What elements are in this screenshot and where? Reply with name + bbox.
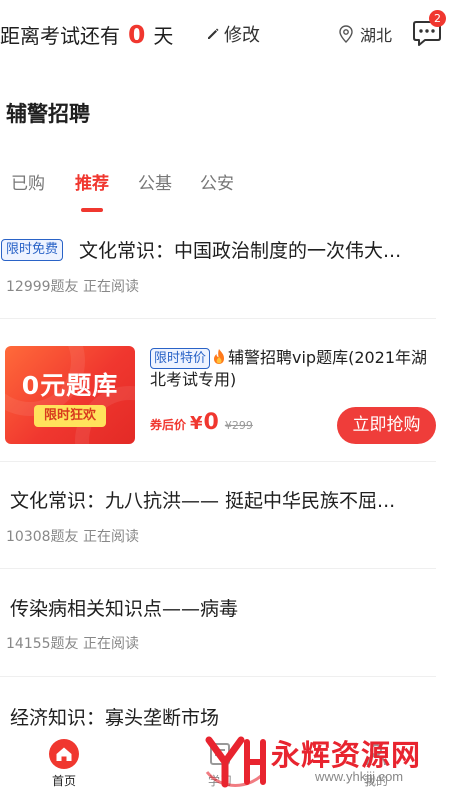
nav-home-label: 首页 [51, 774, 76, 788]
original-price: ¥299 [224, 419, 253, 432]
divider [0, 318, 436, 319]
location-pin-icon [339, 25, 353, 43]
message-count-badge: 2 [429, 10, 446, 27]
tab-public-basics[interactable]: 公基 [138, 168, 172, 200]
nav-home[interactable]: 首页 [24, 736, 104, 791]
price-value: 0 [203, 410, 219, 435]
edit-exam-date-button[interactable]: 修改 [206, 21, 260, 47]
tab-purchased[interactable]: 已购 [11, 168, 45, 200]
region-selector[interactable]: 湖北 [338, 21, 392, 47]
active-tab-indicator [81, 208, 103, 212]
currency-symbol: ¥ [190, 413, 203, 434]
section-title: 辅警招聘 [6, 102, 90, 126]
countdown-days: 0 [128, 19, 146, 49]
home-icon [49, 739, 79, 769]
item-title[interactable]: 文化常识：中国政治制度的一次伟大... [79, 236, 436, 263]
messages-button[interactable]: 2 [412, 10, 446, 49]
item-title[interactable]: 传染病相关知识点——病毒 [10, 594, 436, 621]
item-title[interactable]: 文化常识：九八抗洪—— 挺起中华民族不屈... [10, 486, 436, 513]
item-readers: 12999题友 正在阅读 [6, 279, 139, 295]
watermark: 永辉资源网 www.yhkjjj.com [203, 730, 450, 791]
free-tag: 限时免费 [1, 239, 64, 261]
exam-countdown: 距离考试还有 0 天 [0, 18, 173, 50]
category-tabs: 已购 推荐 公基 公安 [0, 168, 450, 212]
countdown-suffix: 天 [153, 23, 174, 48]
watermark-logo-icon [205, 736, 267, 788]
promo-thumb-chip: 限时狂欢 [34, 405, 106, 427]
divider [0, 461, 436, 462]
price-row: 券后价 ¥0 ¥299 [150, 410, 253, 440]
tab-recommended[interactable]: 推荐 [75, 168, 109, 200]
top-bar: 距离考试还有 0 天 修改 湖北 2 [0, 0, 450, 66]
item-readers: 10308题友 正在阅读 [6, 529, 139, 545]
region-label: 湖北 [360, 26, 393, 45]
divider [0, 676, 436, 677]
item-readers: 14155题友 正在阅读 [6, 636, 139, 652]
divider [0, 568, 436, 569]
price-label: 券后价 [150, 418, 187, 432]
limited-offer-tag: 限时特价 [150, 348, 211, 369]
fire-icon [214, 349, 224, 364]
promo-thumb-title: 0元题库 [21, 371, 119, 400]
watermark-url: www.yhkjjj.com [315, 769, 404, 784]
tab-public-security[interactable]: 公安 [200, 168, 234, 200]
watermark-text: 永辉资源网 [271, 738, 422, 772]
promo-thumbnail[interactable]: 0元题库 限时狂欢 [5, 346, 135, 444]
pencil-icon [208, 28, 219, 39]
edit-label: 修改 [224, 25, 260, 46]
countdown-prefix: 距离考试还有 [0, 23, 120, 48]
current-price: ¥0 [190, 410, 219, 435]
item-title[interactable]: 经济知识：寡头垄断市场 [10, 703, 436, 730]
buy-now-button[interactable]: 立即抢购 [337, 407, 436, 444]
